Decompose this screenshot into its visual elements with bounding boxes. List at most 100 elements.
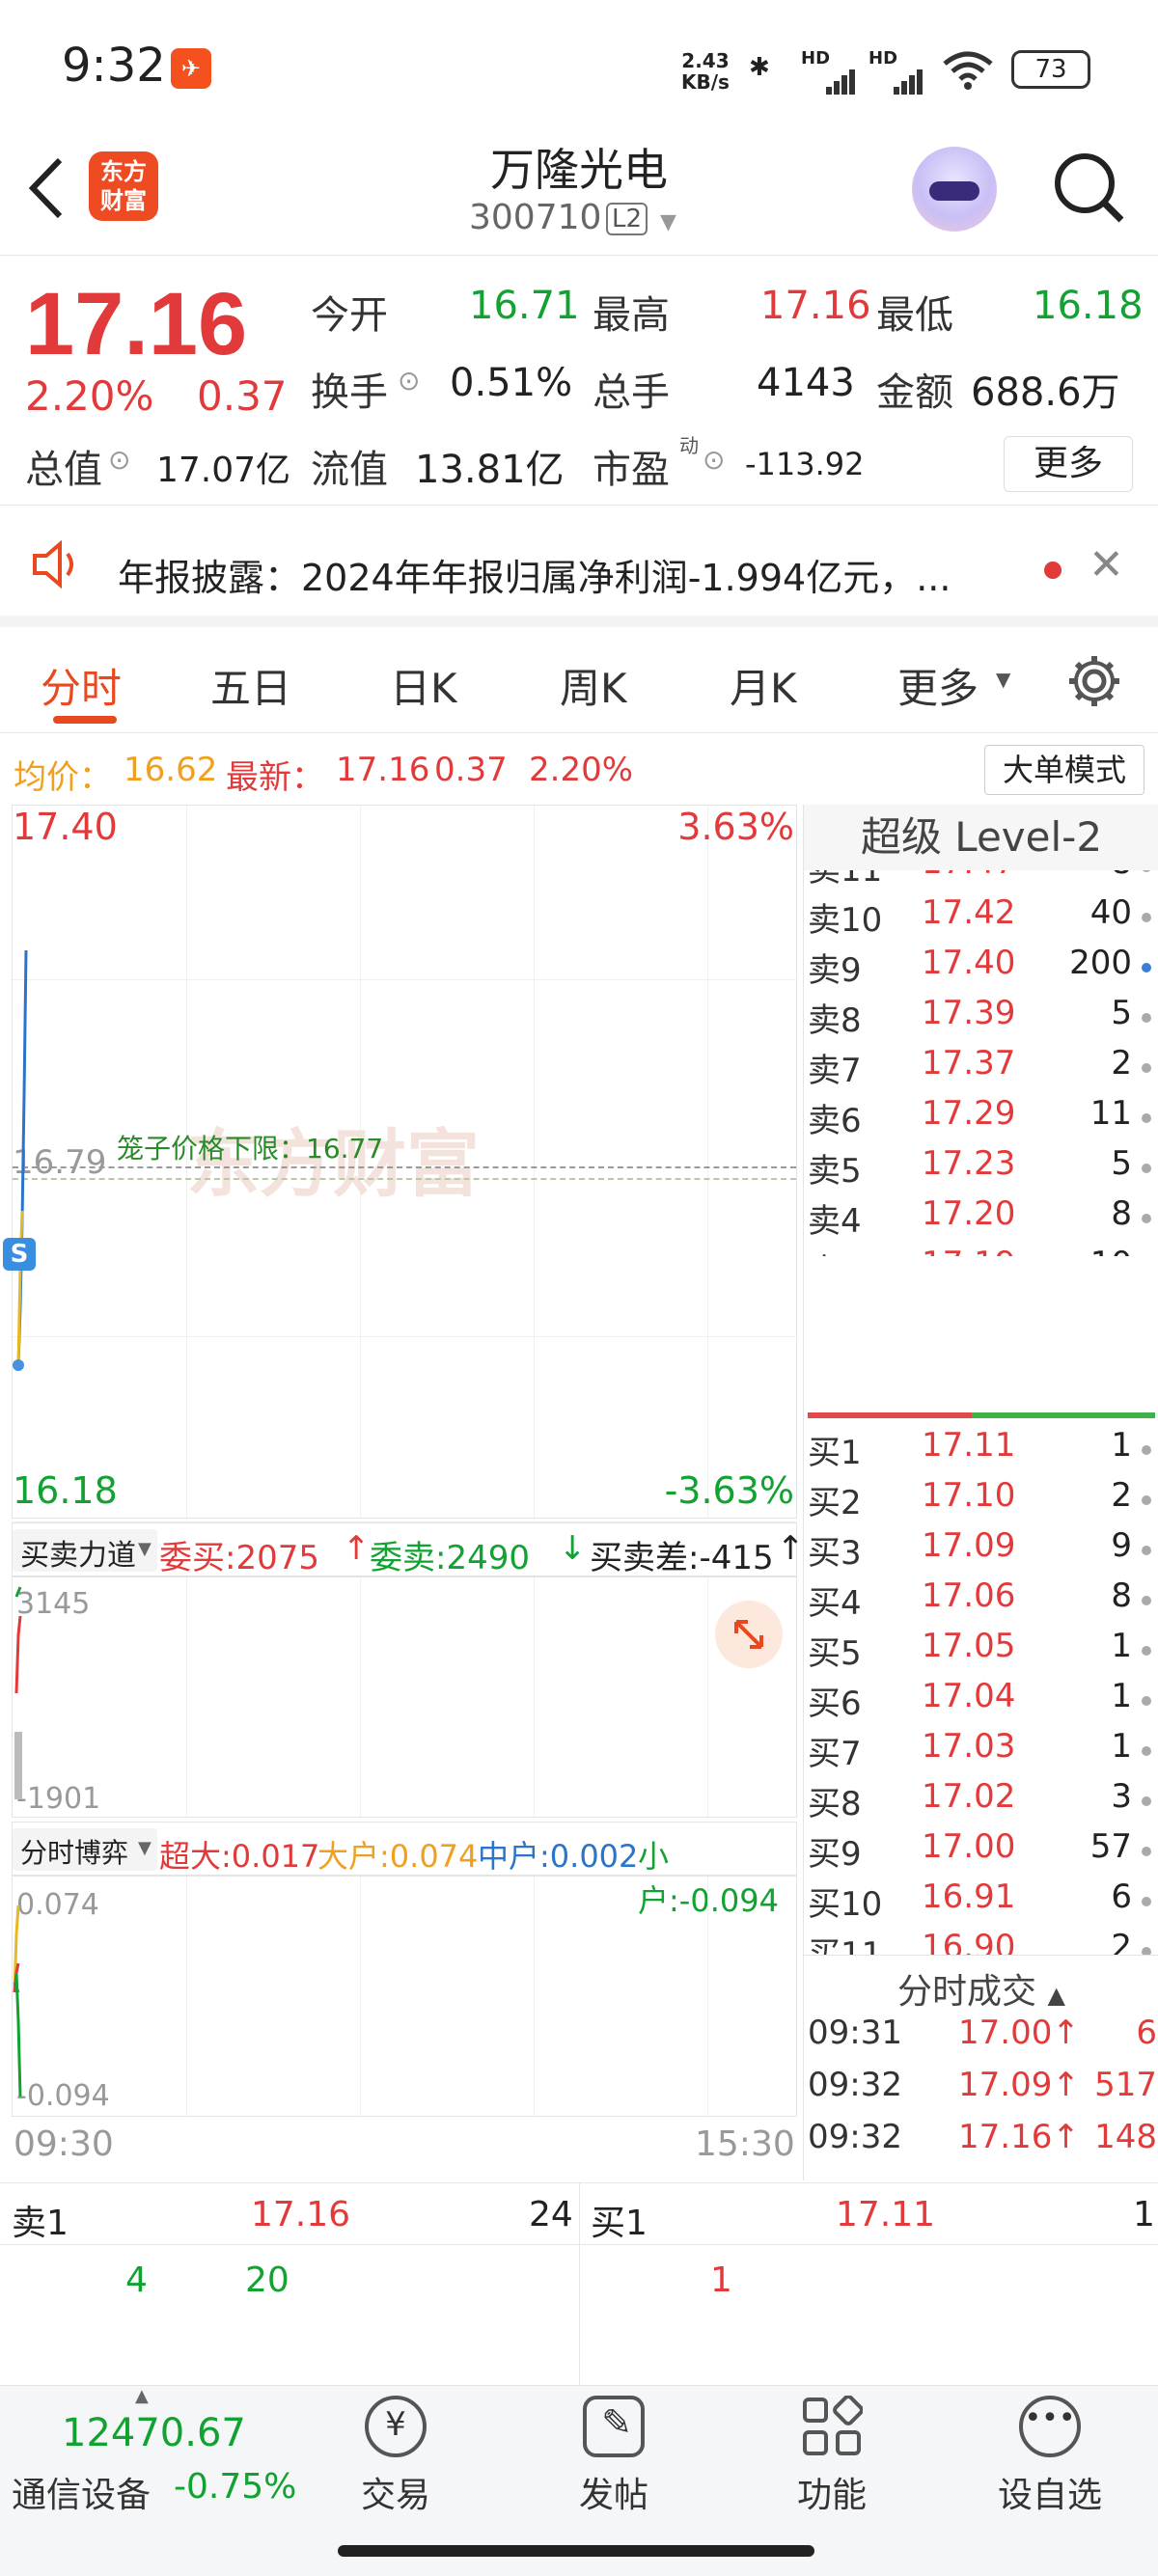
home-indicator[interactable] <box>338 2545 814 2557</box>
signal-icon-2 <box>868 68 926 98</box>
trade-volume: 6 <box>1136 2014 1157 2052</box>
level-volume: 57 <box>1089 1827 1132 1866</box>
level-price: 17.19 <box>922 1245 1015 1256</box>
level-volume: 5 <box>1111 1144 1132 1183</box>
battery-indicator: 73 <box>1011 50 1090 89</box>
trades-title[interactable]: 分时成交 ▲ <box>804 1963 1158 2014</box>
volume-value: 4143 <box>757 361 855 405</box>
strip-buy-vol: 1 <box>1133 2195 1155 2234</box>
chevron-down-icon: ▼ <box>138 1539 152 1559</box>
ask-row[interactable]: 卖5 17.23 5 <box>804 1144 1158 1194</box>
nav-functions[interactable]: 功能 <box>755 2395 909 2517</box>
index-value: 12470.67 <box>62 2411 246 2455</box>
expand-icon[interactable] <box>715 1601 783 1668</box>
stock-header: 东方 财富 万隆光电 300710 L2 ▼ <box>0 135 1158 256</box>
ask-row[interactable]: 卖6 17.29 11 <box>804 1094 1158 1144</box>
level-price: 17.00 <box>922 1827 1016 1866</box>
bid-row[interactable]: 买8 17.02 3 <box>804 1777 1158 1827</box>
ask-row[interactable]: 卖3 17.19 10 <box>804 1245 1158 1256</box>
game-selector[interactable]: 分时博弈 ▼ <box>13 1828 157 1871</box>
more-button[interactable]: 更多 <box>1004 436 1133 492</box>
nav-trade[interactable]: ¥ 交易 <box>318 2396 473 2517</box>
ask-row[interactable]: 卖9 17.40 200 <box>804 944 1158 994</box>
info-icon[interactable]: ⊙ <box>398 365 420 397</box>
trade-row: 09:32 17.16↑ 148 <box>804 2118 1158 2168</box>
level-price: 17.05 <box>922 1627 1016 1665</box>
order-dot-icon <box>1142 1214 1151 1223</box>
ask-row[interactable]: 卖4 17.20 8 <box>804 1194 1158 1245</box>
nav-add-favorite[interactable]: ••• 设自选 <box>973 2396 1127 2517</box>
tab-more[interactable]: 更多 <box>897 656 979 715</box>
bid-row[interactable]: 买7 17.03 1 <box>804 1727 1158 1777</box>
bid-row[interactable]: 买4 17.06 8 <box>804 1576 1158 1627</box>
info-icon[interactable]: ⊙ <box>108 444 130 476</box>
level-label: 卖10 <box>808 901 883 940</box>
network-speed: 2.43 KB/s <box>681 49 730 94</box>
ask-row[interactable]: 卖10 17.42 40 <box>804 893 1158 944</box>
nav-post[interactable]: ✎ 发帖 <box>537 2396 691 2517</box>
tab-monthly-k[interactable]: 月K <box>730 656 797 715</box>
level-volume: 1 <box>1111 1727 1132 1766</box>
bottom-pct-label: -3.63% <box>664 1469 794 1512</box>
best-quote-strip: 卖1 17.16 24 买1 17.11 1 4 20 1 <box>0 2182 1158 2386</box>
stock-code: 300710 <box>469 198 602 237</box>
tab-five-day[interactable]: 五日 <box>210 656 291 715</box>
close-icon[interactable]: ✕ <box>1089 540 1124 589</box>
ask-row[interactable]: 卖8 17.39 5 <box>804 994 1158 1044</box>
bid-volume: 委买:2075 <box>159 1539 319 1577</box>
chevron-down-icon[interactable]: ▼ <box>660 210 676 234</box>
news-ticker[interactable]: 年报披露：2024年年报归属净利润-1.994亿元，... ✕ <box>0 511 1158 627</box>
trade-volume: 148 <box>1094 2118 1157 2156</box>
big-order-mode-button[interactable]: 大单模式 <box>984 745 1144 795</box>
info-icon[interactable]: ⊙ <box>703 444 725 476</box>
midline <box>13 1166 796 1168</box>
search-icon[interactable] <box>1050 149 1127 230</box>
level-label: 卖5 <box>808 1152 862 1191</box>
price-line <box>13 949 28 1371</box>
gear-icon[interactable] <box>1065 652 1123 714</box>
trade-time: 09:32 <box>808 2066 902 2104</box>
bid-row[interactable]: 买6 17.04 1 <box>804 1677 1158 1727</box>
power-lines <box>14 1586 22 1799</box>
order-dot-icon <box>1142 1796 1151 1806</box>
amount-label: 金额 <box>876 370 953 415</box>
arrow-up-icon: ↑ <box>777 1529 805 1568</box>
bid-row[interactable]: 买10 16.91 6 <box>804 1877 1158 1928</box>
level-price: 17.20 <box>922 1194 1016 1233</box>
level2-title[interactable]: 超级 Level-2 <box>804 805 1158 870</box>
order-dot-icon <box>1142 1063 1151 1073</box>
strip-buy-price: 17.11 <box>836 2195 936 2234</box>
strip-sell-vol: 24 <box>529 2195 573 2234</box>
ask-row[interactable]: 卖11 17.47 8 <box>804 870 1158 893</box>
level-volume: 8 <box>1111 1194 1132 1233</box>
ai-assistant-avatar[interactable] <box>912 147 997 232</box>
bid-row[interactable]: 买5 17.05 1 <box>804 1627 1158 1677</box>
level-volume: 9 <box>1111 1526 1132 1565</box>
order-dot-icon <box>1142 1897 1151 1906</box>
level-label: 买4 <box>808 1584 862 1623</box>
bid-row[interactable]: 买3 17.09 9 <box>804 1526 1158 1576</box>
level-label: 买3 <box>808 1534 862 1573</box>
level-volume: 10 <box>1090 1245 1132 1256</box>
bid-row[interactable]: 买11 16.90 2 <box>804 1928 1158 1955</box>
avg-label: 均价： <box>14 758 112 797</box>
mktcap-value: 17.07亿 <box>156 451 291 490</box>
ask-row[interactable]: 卖7 17.37 2 <box>804 1044 1158 1094</box>
chevron-down-icon[interactable]: ▼ <box>996 668 1010 691</box>
bid-row[interactable]: 买1 17.11 1 <box>804 1426 1158 1476</box>
level2-badge[interactable]: L2 <box>606 203 648 235</box>
sell-marker[interactable]: S <box>3 1238 36 1271</box>
industry-index[interactable]: ▲ 12470.67 通信设备 -0.75% <box>0 2386 296 2576</box>
ask-volume: 委卖:2490 <box>370 1539 530 1577</box>
power-selector[interactable]: 买卖力道 ▼ <box>13 1529 157 1573</box>
intraday-chart[interactable]: 东方财富 16.79 笼子价格下限：16.77 17.40 3.63% 16.1… <box>3 805 797 1522</box>
news-text[interactable]: 年报披露：2024年年报归属净利润-1.994亿元，... <box>118 548 951 601</box>
bid-row[interactable]: 买2 17.10 2 <box>804 1476 1158 1526</box>
level-label: 卖9 <box>808 951 862 990</box>
tab-intraday[interactable]: 分时 <box>41 656 122 715</box>
bid-row[interactable]: 买9 17.00 57 <box>804 1827 1158 1877</box>
tab-daily-k[interactable]: 日K <box>390 656 457 715</box>
level-label: 买11 <box>808 1935 883 1955</box>
tab-weekly-k[interactable]: 周K <box>560 656 627 715</box>
ask-list: 卖11 17.47 8 卖10 17.42 40 卖9 17.40 200 卖8 17.39 5 卖7 1… <box>804 870 1158 1256</box>
